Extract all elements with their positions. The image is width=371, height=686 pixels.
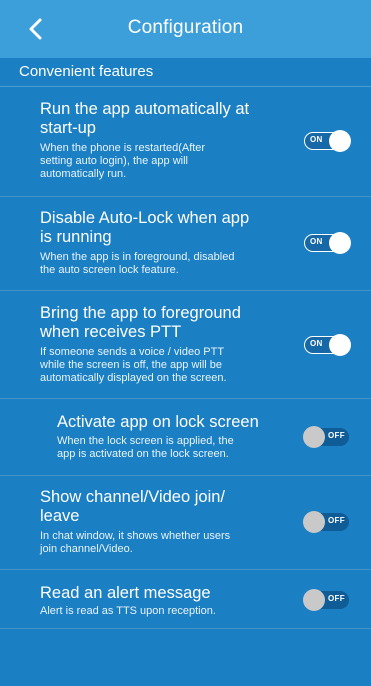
toggle-knob [329,130,351,152]
setting-row-activate-on-lock-screen: Activate app on lock screen When the loc… [0,399,371,476]
disable-auto-lock-toggle[interactable]: ON [304,232,351,254]
toggle-state-label: ON [310,135,323,144]
setting-title: Read an alert message [40,584,280,603]
setting-description-line: automatically displayed on the screen. [40,372,227,384]
setting-title-line: start-up [40,119,96,137]
setting-title-line: Run the app automatically at [40,100,250,118]
setting-description: In chat window, it shows whether users j… [40,530,276,556]
setting-description-line: If someone sends a voice / video PTT [40,346,225,358]
toggle-knob [329,334,351,356]
setting-description-line: while the screen is off, the app will be [40,359,223,371]
setting-title-line: Read an alert message [40,584,211,602]
setting-row-show-channel-join: Show channel/Video join/ leave In chat w… [0,476,371,570]
setting-title: Disable Auto-Lock when app is running [40,209,280,247]
toggle-knob [329,232,351,254]
toggle-knob [303,589,325,611]
setting-description-line: app is activated on the lock screen. [57,448,229,460]
toggle-knob [303,426,325,448]
setting-title-line: Activate app on lock screen [57,413,259,431]
setting-title: Activate app on lock screen [57,413,297,432]
page-title: Configuration [127,17,244,38]
setting-row-disable-auto-lock: Disable Auto-Lock when app is running Wh… [0,197,371,291]
setting-description: If someone sends a voice / video PTT whi… [40,346,276,385]
section-header: Convenient features [0,58,371,87]
setting-row-read-alert: Read an alert message Alert is read as T… [0,570,371,629]
toggle-state-label: OFF [328,516,345,525]
activate-on-lock-screen-toggle[interactable]: OFF [303,426,349,448]
toggle-knob [303,511,325,533]
setting-description-line: automatically run. [40,168,127,180]
setting-description: When the lock screen is applied, the app… [57,435,293,461]
setting-title: Bring the app to foreground when receive… [40,304,280,342]
setting-description-line: the auto screen lock feature. [40,264,179,276]
setting-description: Alert is read as TTS upon reception. [40,605,276,618]
setting-description-line: When the lock screen is applied, the [57,435,234,447]
show-channel-join-toggle[interactable]: OFF [303,511,349,533]
setting-title: Run the app automatically at start-up [40,100,280,138]
setting-description: When the app is in foreground, disabled … [40,251,276,277]
setting-description-line: In chat window, it shows whether users [40,530,231,542]
setting-title: Show channel/Video join/ leave [40,488,280,526]
setting-description-line: setting auto login), the app will [40,155,188,167]
setting-description: When the phone is restarted(After settin… [40,142,276,181]
setting-title-line: Bring the app to foreground [40,304,241,322]
setting-description-line: join channel/Video. [40,543,133,555]
setting-title-line: leave [40,507,80,525]
setting-title-line: is running [40,228,112,246]
bring-to-foreground-toggle[interactable]: ON [304,334,351,356]
setting-title-line: when receives PTT [40,323,182,341]
setting-row-bring-to-foreground: Bring the app to foreground when receive… [0,291,371,399]
setting-row-auto-start: Run the app automatically at start-up Wh… [0,87,371,197]
setting-title-line: Disable Auto-Lock when app [40,209,250,227]
toggle-state-label: OFF [328,594,345,603]
section-title: Convenient features [19,63,154,80]
top-app-bar: Configuration [0,0,371,58]
toggle-state-label: ON [310,237,323,246]
toggle-state-label: ON [310,339,323,348]
setting-description-line: Alert is read as TTS upon reception. [40,605,216,617]
setting-title-line: Show channel/Video join/ [40,488,225,506]
toggle-state-label: OFF [328,431,345,440]
setting-description-line: When the app is in foreground, disabled [40,251,235,263]
read-alert-toggle[interactable]: OFF [303,589,349,611]
setting-description-line: When the phone is restarted(After [40,142,206,154]
auto-start-toggle[interactable]: ON [304,130,351,152]
